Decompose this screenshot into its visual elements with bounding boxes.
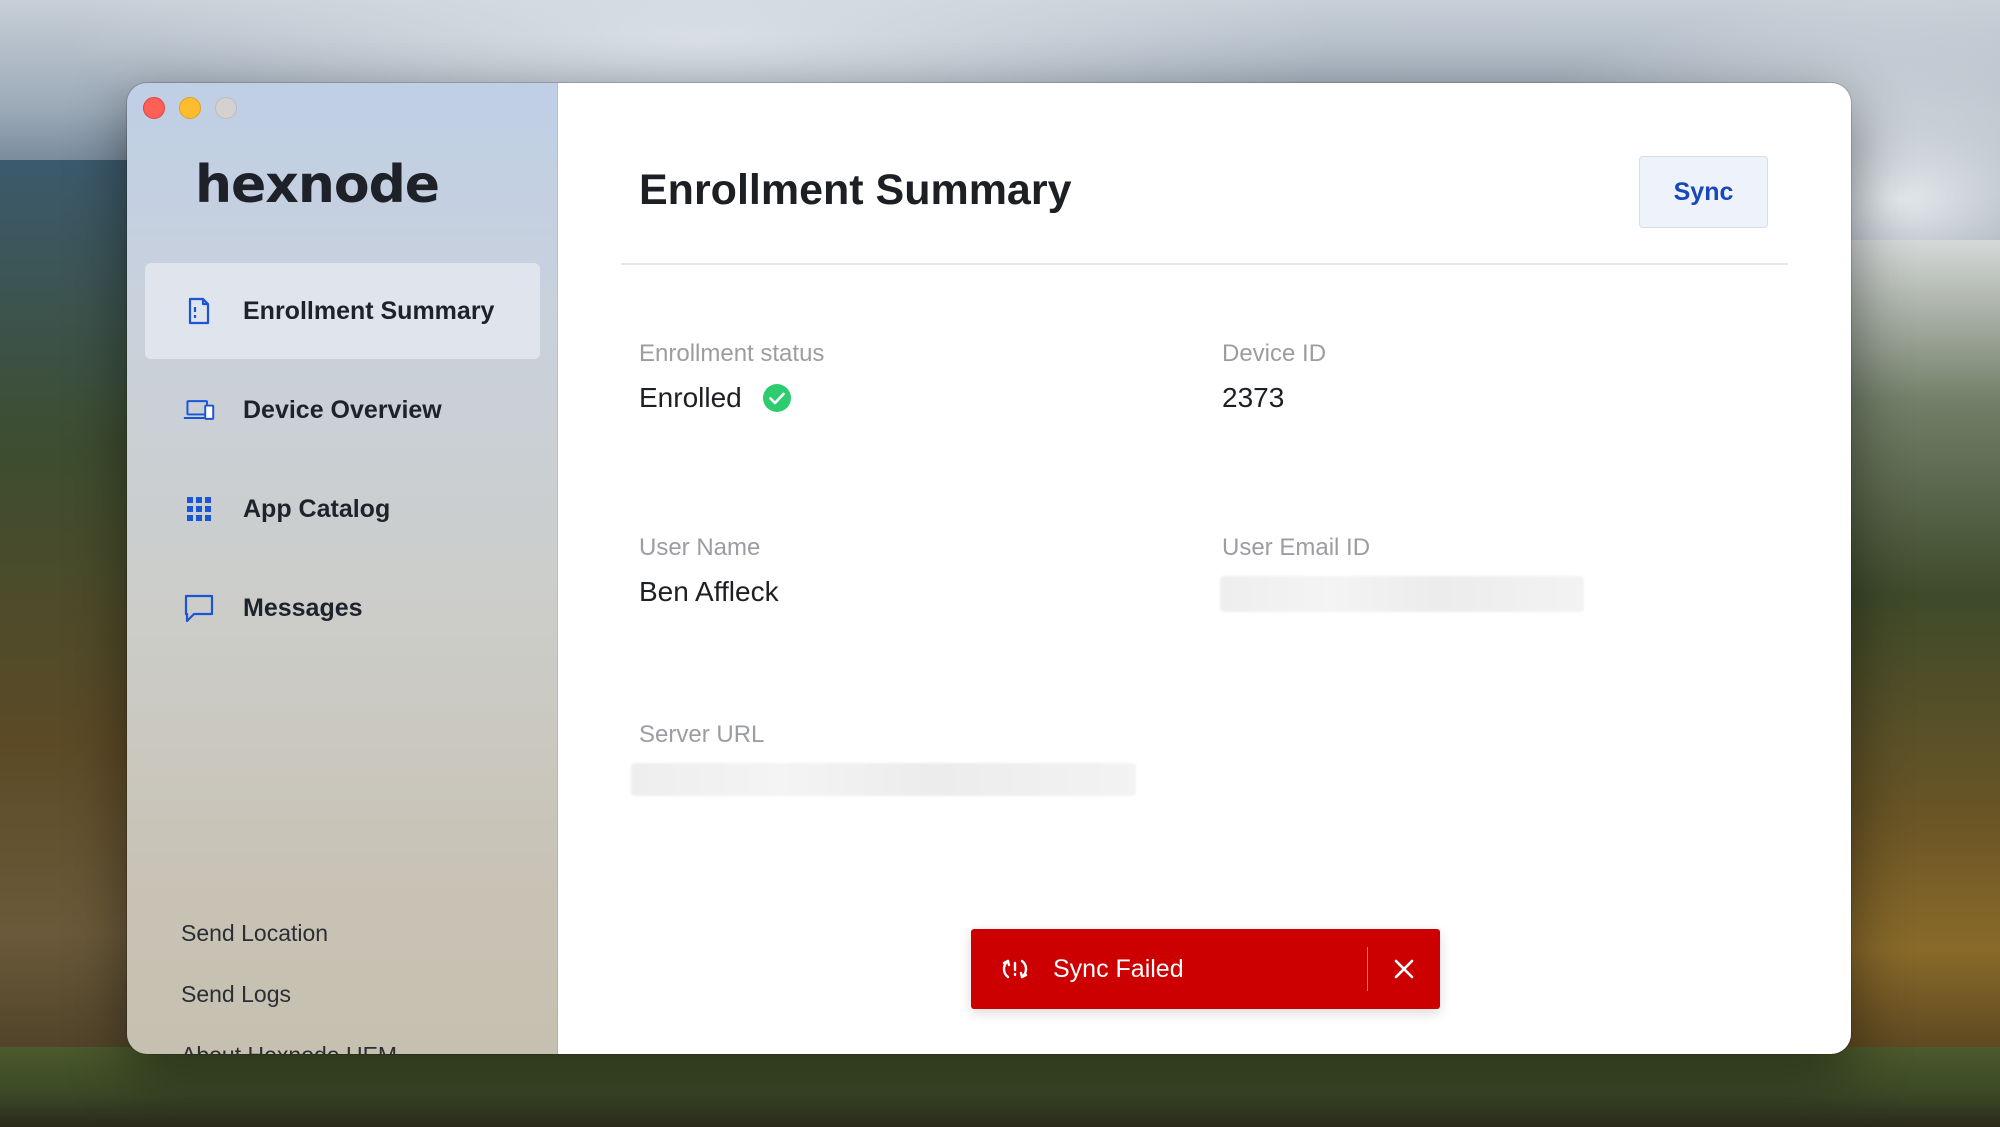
user-name-value: Ben Affleck <box>639 576 779 607</box>
field-label: Enrollment status <box>639 340 825 367</box>
device-id-field: Device ID 2373 <box>1222 340 1326 414</box>
grid-icon <box>183 493 215 525</box>
field-label: Server URL <box>639 721 765 748</box>
devices-icon <box>183 394 215 426</box>
redacted-email-value <box>1220 576 1584 612</box>
sidebar-item-label: App Catalog <box>243 494 391 523</box>
check-circle-icon <box>762 383 792 413</box>
field-label: User Email ID <box>1222 534 1371 561</box>
user-name-field: User Name Ben Affleck <box>639 534 779 608</box>
window-controls <box>143 97 237 119</box>
minimize-window-button[interactable] <box>179 97 201 119</box>
sidebar: hexnode Enrollment Summary Device Overvi… <box>127 83 558 1054</box>
sync-failed-toast: Sync Failed <box>971 929 1440 1009</box>
field-label: User Name <box>639 534 761 561</box>
sidebar-item-label: Enrollment Summary <box>243 296 495 325</box>
about-link[interactable]: About Hexnode UEM <box>181 1040 397 1054</box>
sidebar-item-enrollment-summary[interactable]: Enrollment Summary <box>145 263 540 359</box>
user-email-field: User Email ID <box>1220 534 1584 612</box>
enrollment-status-field: Enrollment status Enrolled <box>639 340 824 414</box>
page-title: Enrollment Summary <box>639 166 1072 214</box>
field-label: Device ID <box>1222 340 1327 367</box>
device-id-value: 2373 <box>1222 382 1285 413</box>
sync-button[interactable]: Sync <box>1639 156 1768 228</box>
enrollment-status-value: Enrolled <box>639 382 824 414</box>
sidebar-item-label: Messages <box>243 593 363 622</box>
message-icon <box>183 592 215 624</box>
app-logo: hexnode <box>195 155 440 215</box>
sidebar-item-device-overview[interactable]: Device Overview <box>145 362 540 458</box>
sidebar-nav: Enrollment Summary Device Overview App C… <box>145 263 540 659</box>
server-url-field: Server URL <box>631 721 1136 796</box>
app-window: hexnode Enrollment Summary Device Overvi… <box>127 83 1851 1054</box>
header-divider <box>621 263 1788 265</box>
sidebar-item-messages[interactable]: Messages <box>145 560 540 656</box>
send-logs-link[interactable]: Send Logs <box>181 979 397 1040</box>
zoom-window-button[interactable] <box>215 97 237 119</box>
sidebar-footer: Send Location Send Logs About Hexnode UE… <box>181 918 397 1054</box>
field-value: Enrolled <box>639 382 742 413</box>
main-content: Enrollment Summary Sync Enrollment statu… <box>558 83 1851 1054</box>
sidebar-item-label: Device Overview <box>243 395 442 424</box>
sidebar-item-app-catalog[interactable]: App Catalog <box>145 461 540 557</box>
close-icon <box>1394 959 1414 979</box>
background-ground <box>0 1047 2000 1127</box>
redacted-server-url-value <box>631 763 1136 796</box>
sync-error-icon <box>999 953 1031 985</box>
toast-message: Sync Failed <box>1053 954 1184 983</box>
close-window-button[interactable] <box>143 97 165 119</box>
close-toast-button[interactable] <box>1368 929 1440 1009</box>
document-icon <box>183 295 215 327</box>
send-location-link[interactable]: Send Location <box>181 918 397 979</box>
